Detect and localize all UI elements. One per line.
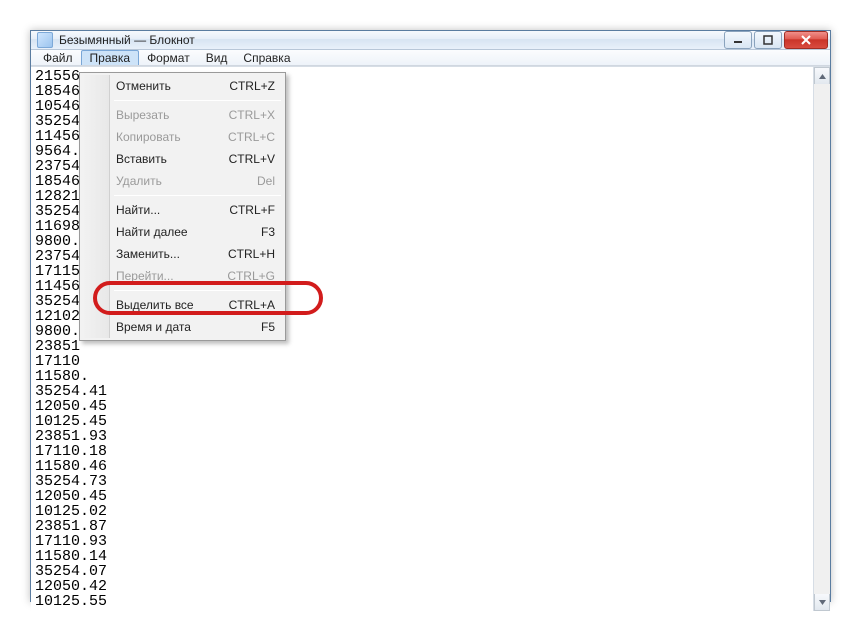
menuitem-cut[interactable]: Вырезать CTRL+X — [82, 104, 283, 126]
menuitem-find[interactable]: Найти... CTRL+F — [82, 199, 283, 221]
menuitem-paste[interactable]: Вставить CTRL+V — [82, 148, 283, 170]
menu-edit[interactable]: Правка — [81, 50, 140, 65]
menuitem-time-date[interactable]: Время и дата F5 — [82, 316, 283, 338]
menu-view[interactable]: Вид — [198, 50, 236, 65]
notepad-icon — [37, 32, 53, 48]
menuitem-copy[interactable]: Копировать CTRL+C — [82, 126, 283, 148]
window-title: Безымянный — Блокнот — [59, 33, 195, 47]
scroll-down-arrow[interactable] — [814, 594, 830, 611]
menu-help[interactable]: Справка — [235, 50, 298, 65]
vertical-scrollbar[interactable] — [813, 67, 830, 611]
minimize-button[interactable] — [724, 31, 752, 49]
close-button[interactable] — [784, 31, 828, 49]
menubar: Файл Правка Формат Вид Справка Отменить … — [31, 50, 830, 66]
menuitem-find-next[interactable]: Найти далее F3 — [82, 221, 283, 243]
maximize-button[interactable] — [754, 31, 782, 49]
menu-format[interactable]: Формат — [139, 50, 198, 65]
notepad-window: Безымянный — Блокнот Файл Правка Формат … — [30, 30, 831, 602]
menuitem-replace[interactable]: Заменить... CTRL+H — [82, 243, 283, 265]
scroll-up-arrow[interactable] — [814, 67, 830, 84]
menu-file[interactable]: Файл — [35, 50, 81, 65]
menuitem-undo[interactable]: Отменить CTRL+Z — [82, 75, 283, 97]
titlebar: Безымянный — Блокнот — [31, 31, 830, 50]
menuitem-goto[interactable]: Перейти... CTRL+G — [82, 265, 283, 287]
menuitem-delete[interactable]: Удалить Del — [82, 170, 283, 192]
menuitem-select-all[interactable]: Выделить все CTRL+A — [82, 294, 283, 316]
edit-dropdown: Отменить CTRL+Z Вырезать CTRL+X Копирова… — [79, 72, 286, 341]
